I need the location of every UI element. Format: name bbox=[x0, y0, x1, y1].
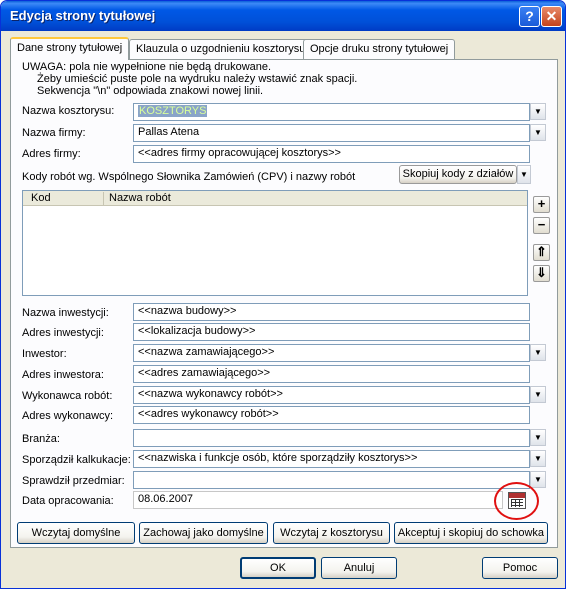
nazwa-inwestycji-label: Nazwa inwestycji: bbox=[22, 307, 109, 319]
inwestor-dropdown-icon[interactable]: ▼ bbox=[530, 344, 546, 361]
column-kod[interactable]: Kod bbox=[31, 192, 51, 204]
copy-codes-dropdown-icon[interactable]: ▼ bbox=[517, 165, 531, 184]
branza-dropdown-icon[interactable]: ▼ bbox=[530, 429, 546, 446]
nazwa-firmy-dropdown-icon[interactable]: ▼ bbox=[530, 124, 546, 141]
adres-firmy-input[interactable]: <<adres firmy opracowującej kosztorys>> bbox=[133, 145, 530, 163]
title-bar: Edycja strony tytułowej ? ✕ bbox=[1, 1, 565, 31]
adres-wykonawcy-input[interactable]: <<adres wykonawcy robót>> bbox=[133, 406, 530, 424]
notice-line-1: UWAGA: pola nie wypełnione nie będą druk… bbox=[22, 61, 272, 73]
nazwa-inwestycji-input[interactable]: <<nazwa budowy>> bbox=[133, 303, 530, 321]
inwestor-label: Inwestor: bbox=[22, 348, 67, 360]
adres-firmy-label: Adres firmy: bbox=[22, 148, 81, 160]
cpv-list-header: Kod Nazwa robót bbox=[23, 191, 527, 206]
wykonawca-label: Wykonawca robót: bbox=[22, 390, 113, 402]
wykonawca-input[interactable]: <<nazwa wykonawcy robót>> bbox=[133, 386, 530, 404]
nazwa-firmy-input[interactable]: Pallas Atena bbox=[133, 124, 530, 142]
data-label: Data opracowania: bbox=[22, 495, 114, 507]
cpv-list[interactable]: Kod Nazwa robót bbox=[22, 190, 528, 296]
column-nazwa-robot[interactable]: Nazwa robót bbox=[109, 192, 171, 204]
sprawdzil-input[interactable] bbox=[133, 471, 530, 489]
window-title: Edycja strony tytułowej bbox=[10, 8, 156, 23]
load-default-button[interactable]: Wczytaj domyślne bbox=[17, 522, 135, 544]
remove-row-button[interactable]: − bbox=[533, 217, 550, 234]
notice-line-3: Sekwencja "\n" odpowiada znakowi nowej l… bbox=[37, 85, 264, 97]
accept-copy-button[interactable]: Akceptuj i skopiuj do schowka bbox=[394, 522, 548, 544]
cancel-button[interactable]: Anuluj bbox=[321, 557, 397, 579]
ok-button[interactable]: OK bbox=[240, 557, 316, 579]
save-default-button[interactable]: Zachowaj jako domyślne bbox=[139, 522, 268, 544]
help-button[interactable]: Pomoc bbox=[482, 557, 558, 579]
wykonawca-dropdown-icon[interactable]: ▼ bbox=[530, 386, 546, 403]
sporzadzil-label: Sporządził kalkukacje: bbox=[22, 454, 131, 466]
dialog-window: Edycja strony tytułowej ? ✕ Dane strony … bbox=[0, 0, 566, 589]
adres-inwestora-label: Adres inwestora: bbox=[22, 369, 104, 381]
nazwa-kosztorysu-label: Nazwa kosztorysu: bbox=[22, 105, 115, 117]
data-input[interactable]: 08.06.2007 bbox=[133, 491, 503, 509]
nazwa-kosztorysu-value: KOSZTORYS bbox=[138, 105, 208, 117]
adres-inwestycji-input[interactable]: <<lokalizacja budowy>> bbox=[133, 323, 530, 341]
sprawdzil-label: Sprawdził przedmiar: bbox=[22, 475, 125, 487]
adres-inwestora-input[interactable]: <<adres zamawiającego>> bbox=[133, 365, 530, 383]
nazwa-kosztorysu-input[interactable]: KOSZTORYS bbox=[133, 103, 530, 121]
sporzadzil-input[interactable]: <<nazwiska i funkcje osób, które sporząd… bbox=[133, 450, 530, 468]
sprawdzil-dropdown-icon[interactable]: ▼ bbox=[530, 471, 546, 488]
copy-codes-button[interactable]: Skopiuj kody z działów bbox=[399, 165, 517, 184]
close-button[interactable]: ✕ bbox=[541, 6, 562, 27]
inwestor-input[interactable]: <<nazwa zamawiającego>> bbox=[133, 344, 530, 362]
branza-label: Branża: bbox=[22, 433, 60, 445]
tab-dane-strony[interactable]: Dane strony tytułowej bbox=[10, 37, 130, 60]
branza-input[interactable] bbox=[133, 429, 530, 447]
cpv-section-label: Kody robót wg. Wspólnego Słownika Zamówi… bbox=[22, 171, 356, 183]
adres-wykonawcy-label: Adres wykonawcy: bbox=[22, 410, 114, 422]
sporzadzil-dropdown-icon[interactable]: ▼ bbox=[530, 450, 546, 467]
column-separator bbox=[103, 192, 104, 205]
load-from-estimate-button[interactable]: Wczytaj z kosztorysu bbox=[273, 522, 390, 544]
move-down-button[interactable]: ⇓ bbox=[533, 265, 550, 282]
tab-klauzula[interactable]: Klauzula o uzgodnieniu kosztorysu bbox=[129, 39, 313, 59]
tab-opcje-druku[interactable]: Opcje druku strony tytułowej bbox=[303, 39, 456, 59]
move-up-button[interactable]: ⇑ bbox=[533, 244, 550, 261]
add-row-button[interactable]: + bbox=[533, 196, 550, 213]
nazwa-firmy-label: Nazwa firmy: bbox=[22, 127, 86, 139]
adres-inwestycji-label: Adres inwestycji: bbox=[22, 327, 104, 339]
help-title-button[interactable]: ? bbox=[519, 6, 540, 27]
notice-line-2: Żeby umieścić puste pole na wydruku nale… bbox=[37, 73, 358, 85]
nazwa-kosztorysu-dropdown-icon[interactable]: ▼ bbox=[530, 103, 546, 120]
annotation-circle bbox=[494, 482, 539, 520]
